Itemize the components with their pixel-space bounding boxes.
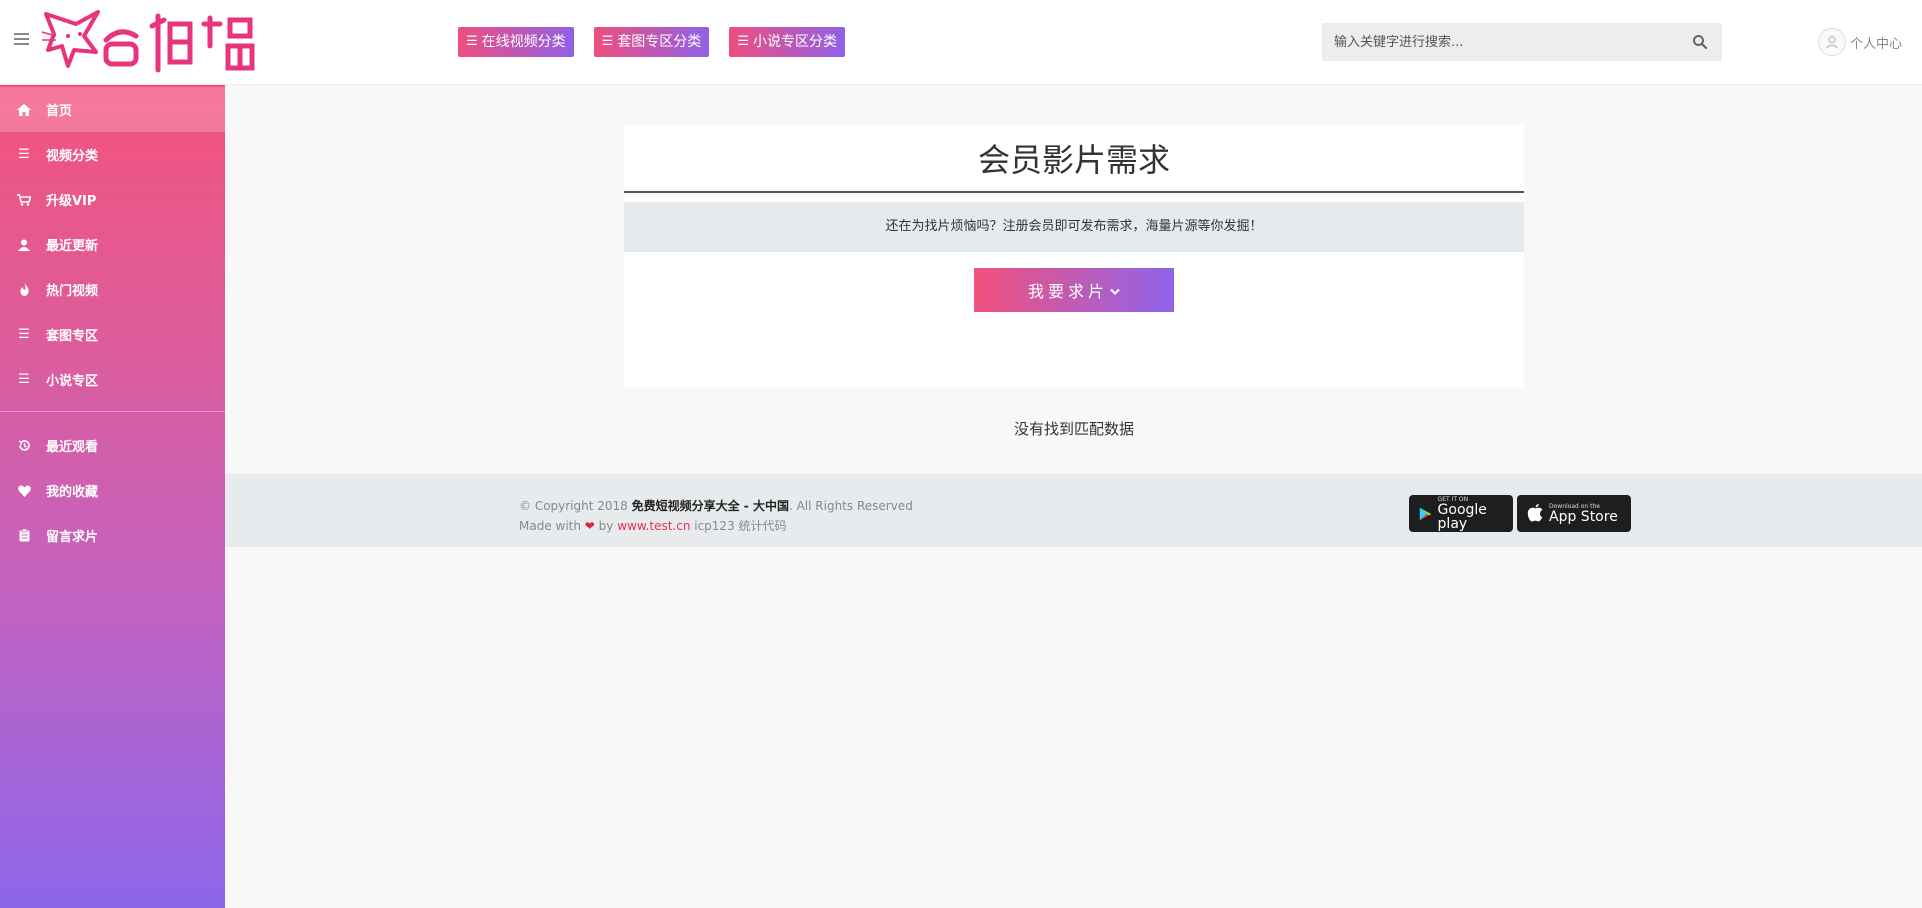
heart-icon: ❤ — [584, 519, 595, 533]
user-icon — [1826, 35, 1838, 49]
sidebar-item-label: 热门视频 — [46, 284, 99, 299]
sidebar-item-recent-updates[interactable]: 最近更新 — [0, 222, 225, 267]
by-text: by — [594, 519, 618, 533]
sidebar-item-upgrade-vip[interactable]: 升级VIP — [0, 177, 225, 222]
request-movie-label: 我要求片 — [1027, 282, 1108, 301]
list-icon: ☰ — [18, 147, 30, 162]
nav-label: 套图专区分类 — [617, 34, 702, 50]
sidebar-item-label: 视频分类 — [46, 149, 99, 164]
nav-novel-categories[interactable]: ☰ 小说专区分类 — [729, 27, 845, 57]
user-center-label: 个人中心 — [1850, 36, 1903, 52]
sidebar-item-label: 套图专区 — [46, 329, 99, 344]
google-play-icon — [1419, 507, 1432, 520]
sidebar-item-recently-watched[interactable]: 最近观看 — [0, 423, 225, 468]
avatar — [1818, 28, 1846, 56]
heart-icon — [16, 485, 32, 497]
sidebar: 首页 ☰ 视频分类 升级VIP 最近更新 热门视频 ☰ 套图专区 ☰ 小说专区 … — [0, 85, 225, 908]
google-play-big-text: Google play — [1437, 501, 1487, 532]
sidebar-item-label: 我的收藏 — [46, 485, 99, 500]
chevron-down-icon — [1110, 281, 1120, 300]
search-input[interactable] — [1322, 23, 1662, 61]
sidebar-item-label: 最近更新 — [46, 239, 99, 254]
made-with-text: Made with — [519, 519, 585, 533]
sidebar-item-label: 最近观看 — [46, 440, 99, 455]
nav-video-categories[interactable]: ☰ 在线视频分类 — [458, 27, 574, 57]
list-icon: ☰ — [737, 34, 749, 49]
google-play-badge[interactable]: GET IT ON Google play — [1409, 495, 1513, 532]
clipboard-icon — [16, 529, 32, 542]
site-name[interactable]: 免费短视频分享大全 - 大中国 — [632, 499, 789, 513]
sidebar-divider — [0, 411, 225, 412]
sidebar-item-request-movie[interactable]: 留言求片 — [0, 513, 225, 558]
home-icon — [16, 103, 32, 116]
category-nav: ☰ 在线视频分类 ☰ 套图专区分类 ☰ 小说专区分类 — [458, 27, 845, 57]
sidebar-item-label: 小说专区 — [46, 374, 99, 389]
search-box — [1322, 23, 1722, 61]
history-icon — [16, 439, 32, 452]
list-icon: ☰ — [601, 34, 614, 49]
app-badges: GET IT ON Google play Download on the Ap… — [1409, 495, 1631, 532]
request-card: 会员影片需求 还在为找片烦恼吗？注册会员即可发布需求，海量片源等你发掘！ 我要求… — [624, 125, 1524, 388]
search-icon[interactable] — [1692, 34, 1708, 50]
sidebar-item-novels[interactable]: ☰ 小说专区 — [0, 357, 225, 402]
list-icon: ☰ — [18, 327, 30, 342]
request-movie-button[interactable]: 我要求片 — [974, 268, 1174, 312]
list-icon: ☰ — [18, 372, 30, 387]
sidebar-item-video-categories[interactable]: ☰ 视频分类 — [0, 132, 225, 177]
site-logo[interactable] — [40, 6, 280, 80]
sidebar-item-label: 首页 — [46, 104, 73, 119]
site-link[interactable]: www.test.cn — [617, 519, 690, 533]
empty-state-text: 没有找到匹配数据 — [1013, 420, 1134, 438]
menu-toggle-icon[interactable] — [14, 33, 29, 45]
sidebar-item-hot-videos[interactable]: 热门视频 — [0, 267, 225, 312]
sidebar-item-gallery[interactable]: ☰ 套图专区 — [0, 312, 225, 357]
user-center-link[interactable]: 个人中心 — [1818, 28, 1902, 56]
footer: © Copyright 2018 免费短视频分享大全 - 大中国. All Ri… — [225, 474, 1922, 547]
footer-info: © Copyright 2018 免费短视频分享大全 - 大中国. All Ri… — [519, 496, 913, 536]
sidebar-item-home[interactable]: 首页 — [0, 87, 225, 132]
apple-icon — [1527, 504, 1543, 522]
page-title: 会员影片需求 — [624, 125, 1524, 193]
sidebar-item-favorites[interactable]: 我的收藏 — [0, 468, 225, 513]
sidebar-item-label: 留言求片 — [46, 530, 99, 545]
notice-text: 还在为找片烦恼吗？注册会员即可发布需求，海量片源等你发掘！ — [624, 202, 1524, 252]
rights-text: . All Rights Reserved — [788, 499, 913, 513]
fire-icon — [16, 283, 32, 296]
cart-icon — [16, 193, 32, 206]
list-icon: ☰ — [466, 34, 478, 49]
top-header: ☰在线视频分类 ☰套图专区分类 ☰小说专区分类 个人中心 — [0, 0, 1922, 85]
app-store-big-text: App Store — [1549, 508, 1618, 525]
nav-label: 在线视频分类 — [481, 34, 566, 50]
nav-label: 小说专区分类 — [752, 34, 837, 50]
copyright-text: © Copyright 2018 — [519, 499, 632, 513]
icp-text: icp123 统计代码 — [690, 519, 787, 533]
app-store-badge[interactable]: Download on the App Store — [1517, 495, 1631, 532]
sidebar-item-label: 升级VIP — [46, 194, 97, 209]
user-icon — [16, 239, 32, 251]
nav-gallery-categories[interactable]: ☰ 套图专区分类 — [593, 27, 710, 57]
